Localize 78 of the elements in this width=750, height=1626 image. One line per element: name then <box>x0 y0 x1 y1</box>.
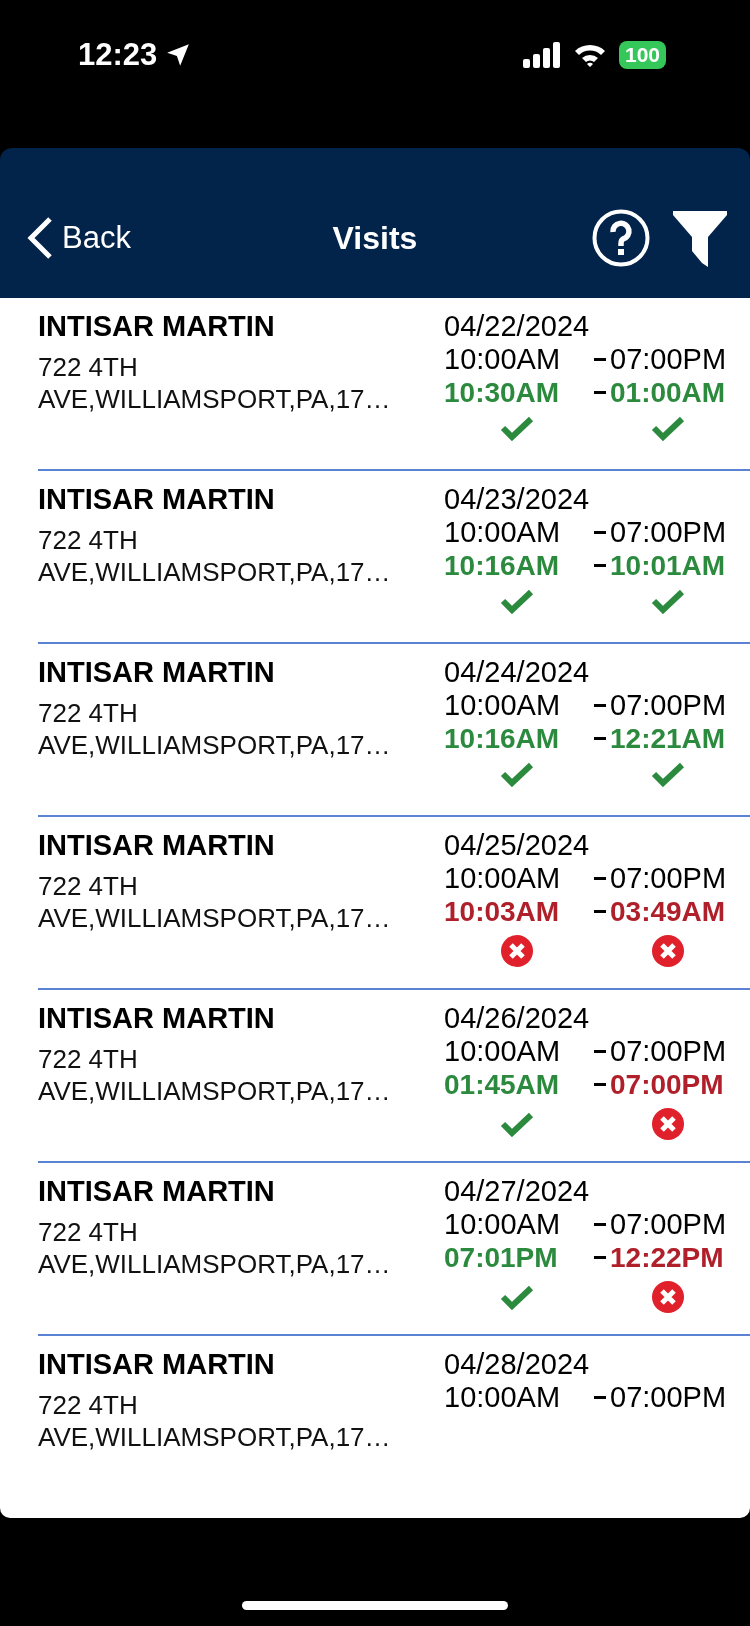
dash-mark <box>594 531 606 534</box>
dash-mark <box>594 877 606 880</box>
actual-time: 10:30AM <box>444 376 561 409</box>
scheduled-start: 10:00AM <box>444 343 562 376</box>
scheduled-start: 10:00AM <box>444 516 562 549</box>
visit-date: 04/22/2024 <box>444 310 591 343</box>
client-name: INTISAR MARTIN <box>38 1348 276 1381</box>
actual-time: 10:01AM <box>610 549 727 582</box>
scheduled-end: 07:00PM <box>610 1035 727 1068</box>
actual-time: 07:00PM <box>610 1068 725 1101</box>
client-name: INTISAR MARTIN <box>38 656 276 689</box>
scheduled-start: 10:00AM <box>444 1208 562 1241</box>
status-time: 12:23 <box>78 37 158 73</box>
client-name: INTISAR MARTIN <box>38 829 276 862</box>
address-text: 722 4TH <box>38 1043 139 1075</box>
client-name: INTISAR MARTIN <box>38 310 276 343</box>
dash-mark <box>594 1050 606 1053</box>
scheduled-end: 07:00PM <box>610 343 727 376</box>
dash-mark <box>594 1256 606 1259</box>
scheduled-end: 07:00PM <box>610 516 727 549</box>
scheduled-end: 07:00PM <box>610 862 727 895</box>
actual-time: 01:00AM <box>610 376 727 409</box>
actual-time: 12:21AM <box>610 722 727 755</box>
scheduled-end: 07:00PM <box>610 689 727 722</box>
dash-mark <box>594 391 606 394</box>
actual-time: 10:16AM <box>444 722 561 755</box>
scheduled-start: 10:00AM <box>444 862 562 895</box>
visit-date: 04/23/2024 <box>444 483 591 516</box>
battery-indicator: 100 <box>618 41 666 69</box>
visit-date: 04/24/2024 <box>444 656 591 689</box>
address-text: AVE,WILLIAMSPORT,PA,17… <box>38 1248 392 1280</box>
dash-mark <box>594 358 606 361</box>
dash-mark <box>594 704 606 707</box>
actual-time: 07:01PM <box>444 1241 559 1274</box>
dash-mark <box>594 1223 606 1226</box>
actual-time: 12:22PM <box>610 1241 725 1274</box>
dash-mark <box>594 910 606 913</box>
client-name: INTISAR MARTIN <box>38 1002 276 1035</box>
address-text: 722 4TH <box>38 697 139 729</box>
scheduled-start: 10:00AM <box>444 1035 562 1068</box>
scheduled-end: 07:00PM <box>610 1381 727 1414</box>
dash-mark <box>594 1083 606 1086</box>
address-text: 722 4TH <box>38 870 139 902</box>
screen-title: Visits <box>332 219 418 257</box>
visit-date: 04/28/2024 <box>444 1348 591 1381</box>
signal-icon <box>522 42 561 68</box>
filter-button[interactable] <box>672 209 728 267</box>
back-button[interactable]: Back <box>26 216 131 260</box>
dash-mark <box>594 1396 606 1399</box>
client-name: INTISAR MARTIN <box>38 483 276 516</box>
location-arrow-icon <box>165 42 192 68</box>
dash-mark <box>594 564 606 567</box>
dash-mark <box>594 737 606 740</box>
actual-time: 10:16AM <box>444 549 561 582</box>
chevron-left-icon <box>26 216 54 260</box>
actual-time: 10:03AM <box>444 895 561 928</box>
address-text: AVE,WILLIAMSPORT,PA,17… <box>38 902 392 934</box>
visit-date: 04/26/2024 <box>444 1002 591 1035</box>
filter-icon <box>672 209 728 267</box>
visit-date: 04/25/2024 <box>444 829 591 862</box>
client-name: INTISAR MARTIN <box>38 1175 276 1208</box>
actual-time: 01:45AM <box>444 1068 561 1101</box>
address-text: 722 4TH <box>38 1389 139 1421</box>
help-button[interactable] <box>592 209 650 267</box>
address-text: 722 4TH <box>38 1216 139 1248</box>
scheduled-end: 07:00PM <box>610 1208 727 1241</box>
visit-date: 04/27/2024 <box>444 1175 591 1208</box>
address-text: AVE,WILLIAMSPORT,PA,17… <box>38 1075 392 1107</box>
address-text: AVE,WILLIAMSPORT,PA,17… <box>38 383 392 415</box>
actual-time: 03:49AM <box>610 895 727 928</box>
address-text: AVE,WILLIAMSPORT,PA,17… <box>38 556 392 588</box>
address-text: 722 4TH <box>38 524 139 556</box>
address-text: AVE,WILLIAMSPORT,PA,17… <box>38 729 392 761</box>
scheduled-start: 10:00AM <box>444 689 562 722</box>
help-icon <box>592 209 650 267</box>
address-text: 722 4TH <box>38 351 139 383</box>
address-text: AVE,WILLIAMSPORT,PA,17… <box>38 1421 392 1453</box>
scheduled-start: 10:00AM <box>444 1381 562 1414</box>
